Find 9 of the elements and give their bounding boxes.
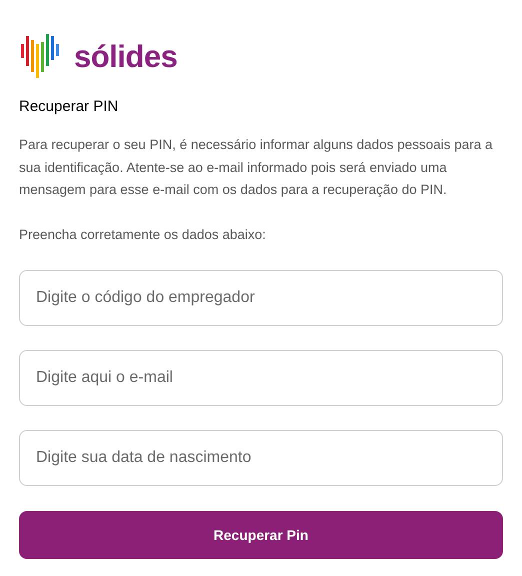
input-field[interactable]: Digite o código do empregador [19,270,503,326]
description-text: Para recuperar o seu PIN, é necessário informar alguns dados pessoais para a sua identificação. Atente-se ao e-mail informado pois será enviado uma mensagem para esse e-mail com os dados para a recuperação do PIN. [19,136,494,199]
recover-pin-button[interactable]: Recuperar Pin [19,511,503,559]
input-field[interactable]: Digite aqui o e-mail [19,350,503,406]
page-title: Recuperar PIN [19,97,120,117]
input-field[interactable]: Digite sua data de nascimento [19,430,503,486]
instruction-text: Preencha corretamente os dados abaixo: [19,226,267,244]
logo-icon [19,32,61,80]
logo-text: sólides [74,40,178,72]
